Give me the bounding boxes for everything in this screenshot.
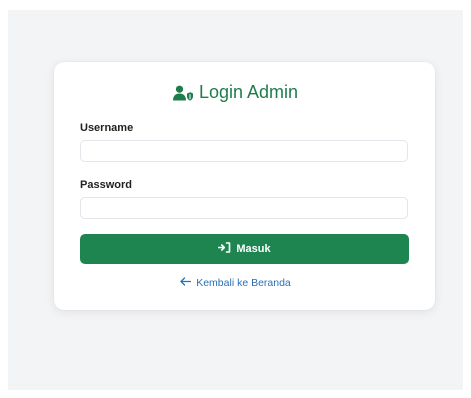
arrow-left-icon	[180, 277, 192, 289]
login-submit-label: Masuk	[236, 243, 271, 255]
username-label: Username	[80, 122, 134, 134]
login-title: Login Admin	[0, 82, 471, 103]
login-title-text: Login Admin	[198, 82, 299, 102]
username-input[interactable]	[80, 140, 408, 162]
user-shield-icon	[172, 85, 193, 101]
password-input[interactable]	[80, 197, 408, 219]
back-to-home-label: Kembali ke Beranda	[196, 277, 291, 289]
login-submit-button[interactable]: Masuk	[80, 234, 409, 264]
back-to-home-link[interactable]: Kembali ke Beranda	[0, 277, 471, 289]
password-label: Password	[80, 179, 132, 191]
sign-in-icon	[217, 242, 231, 256]
